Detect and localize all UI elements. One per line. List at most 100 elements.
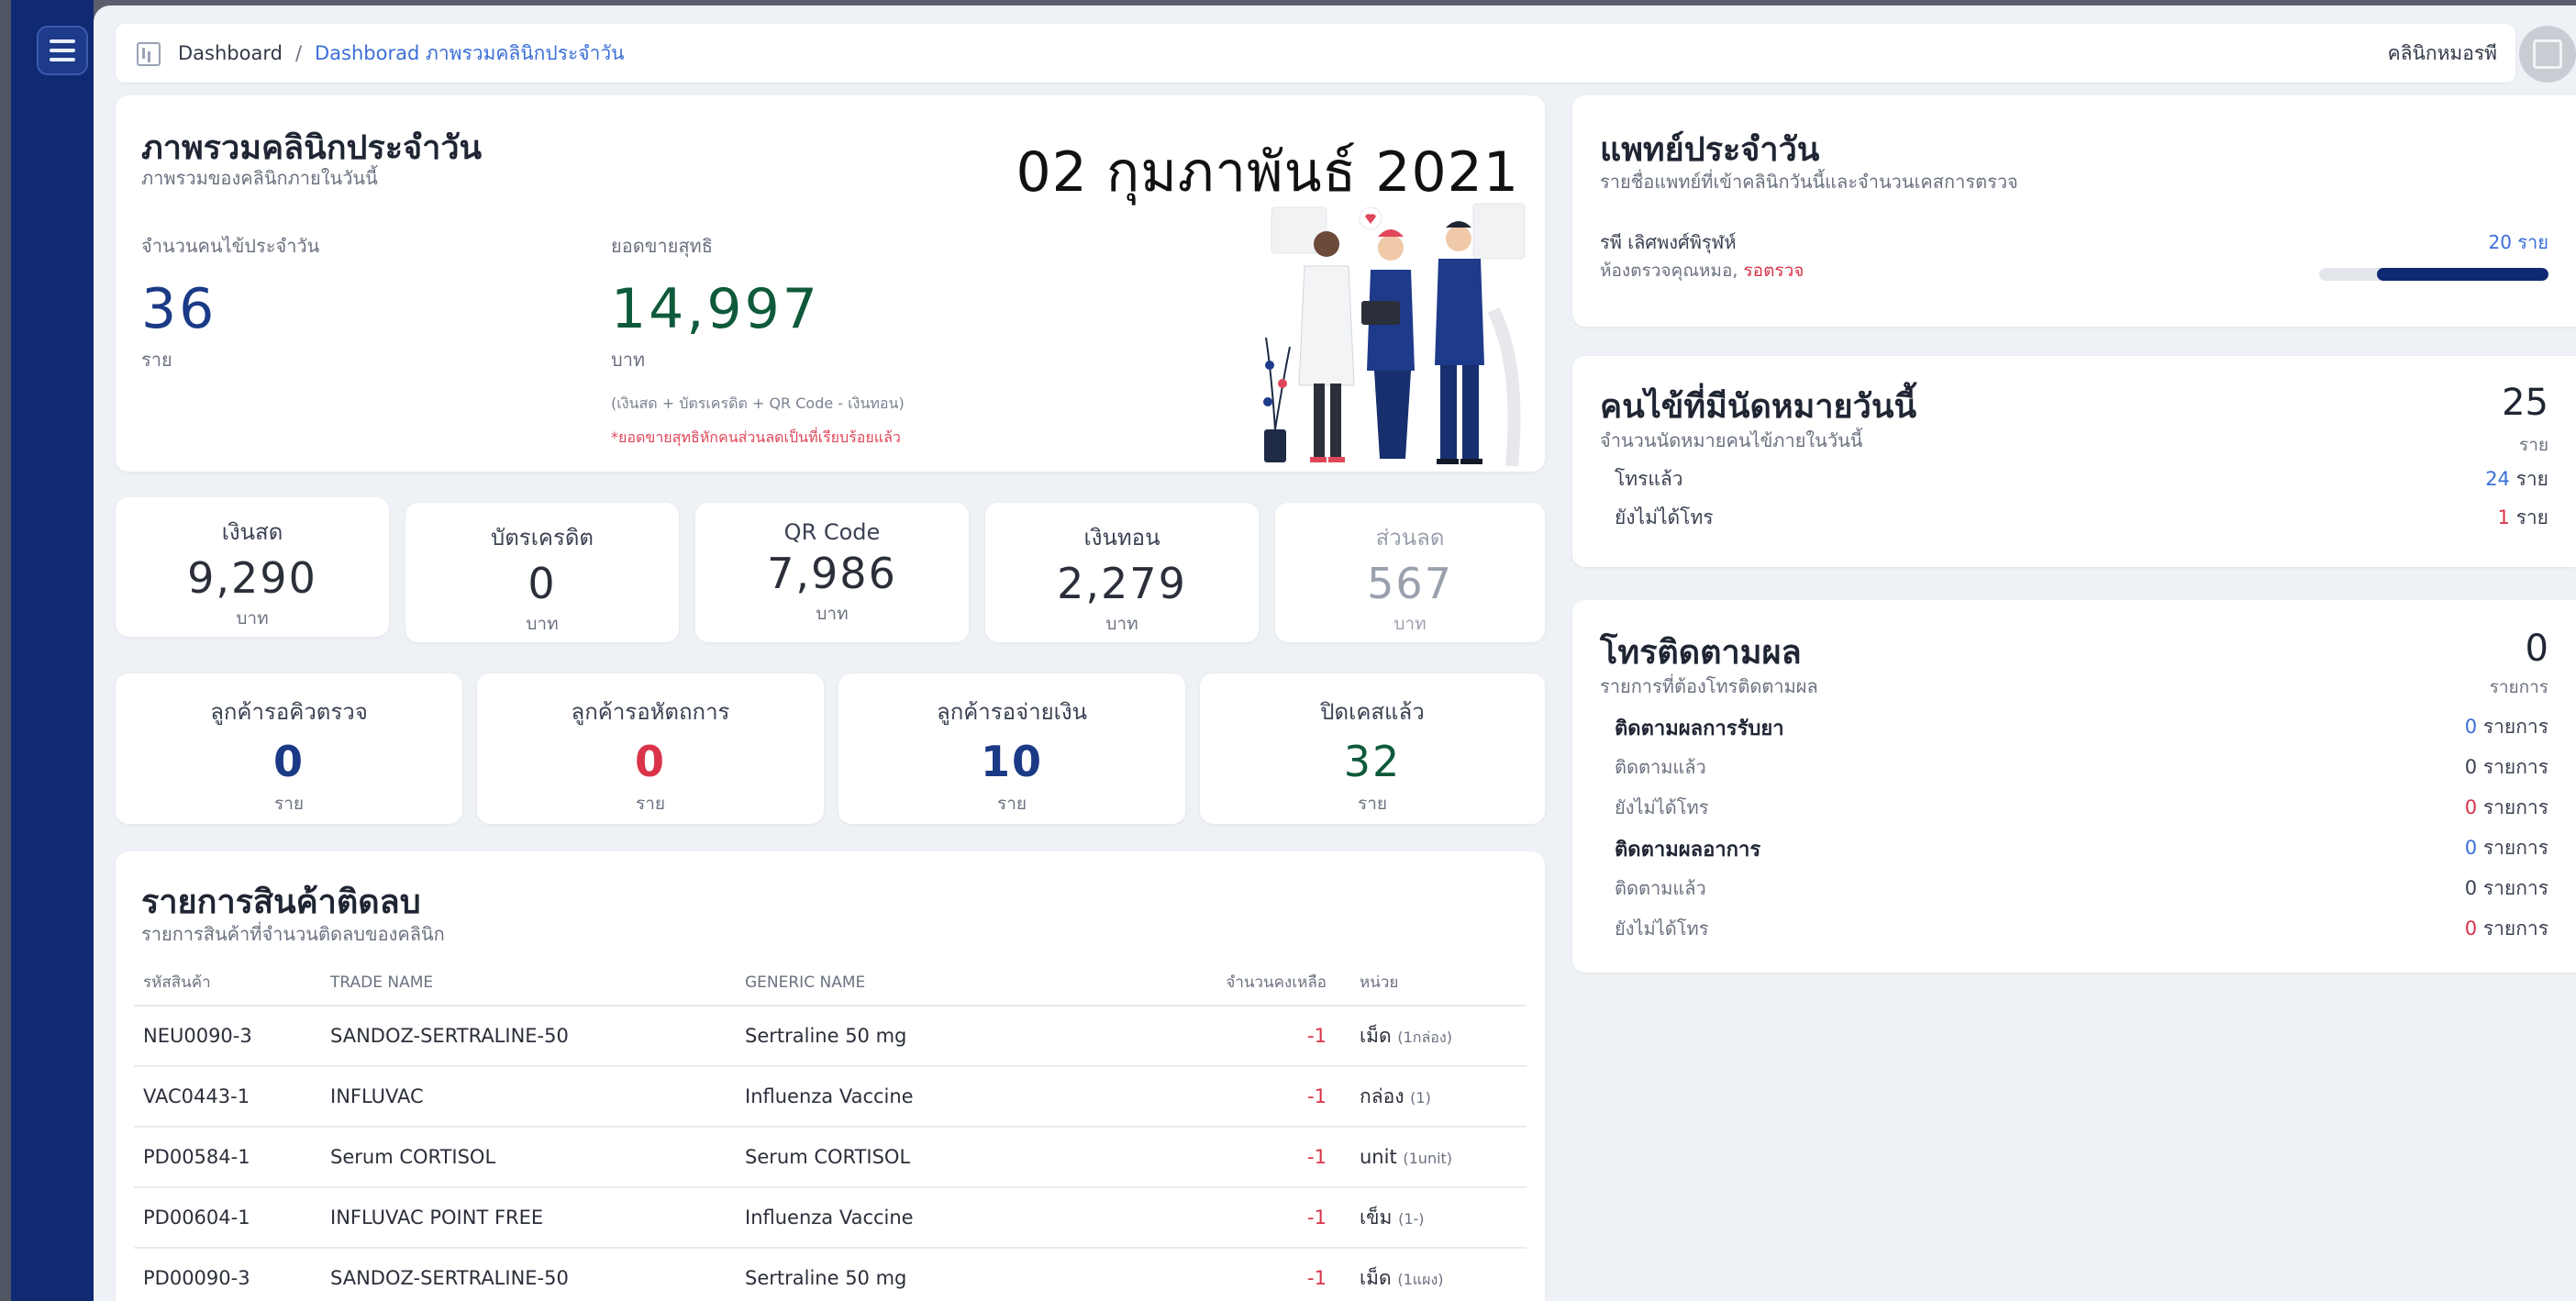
doctor-case-count: 20 ราย bbox=[2488, 231, 2549, 253]
status-value: 10 bbox=[980, 737, 1043, 786]
sales-warning-note: *ยอดขายสุทธิหักคนส่วนลดเป็นที่เรียบร้อยแ… bbox=[611, 428, 901, 446]
table-row[interactable]: PD00090-3 SANDOZ-SERTRALINE-50 Sertralin… bbox=[134, 1248, 1527, 1301]
followup-title: โทรติดตามผล bbox=[1600, 634, 1802, 672]
appointments-today-card: คนไข้ที่มีนัดหมายวันนี้ จำนวนนัดหมายคนไข… bbox=[1572, 356, 2576, 567]
called-label: โทรแล้ว bbox=[1615, 468, 1683, 490]
count-value: 0 bbox=[2464, 716, 2478, 738]
patients-value: 36 bbox=[141, 277, 217, 341]
table-row[interactable]: NEU0090-3 SANDOZ-SERTRALINE-50 Sertralin… bbox=[134, 1006, 1527, 1067]
cell-code: VAC0443-1 bbox=[134, 1066, 317, 1128]
unit-note: (1กล่อง) bbox=[1397, 1028, 1452, 1046]
count-unit: รายการ bbox=[2482, 877, 2548, 899]
clinic-name[interactable]: คลินิกหมอรพี bbox=[2388, 39, 2497, 69]
count-value: 0 bbox=[2464, 756, 2478, 778]
appointments-total: 25 bbox=[2502, 382, 2548, 424]
symptom-followup-heading: ติดตามผลอาการ bbox=[1615, 839, 1761, 862]
cell-trade-name: SANDOZ-SERTRALINE-50 bbox=[317, 1006, 732, 1067]
count-value: 0 bbox=[2464, 877, 2478, 899]
cell-unit: เข็ม (1-) bbox=[1347, 1187, 1527, 1249]
count-unit: รายการ bbox=[2482, 796, 2548, 818]
payment-unit: บาท bbox=[236, 608, 269, 628]
breadcrumb-current[interactable]: Dashborad ภาพรวมคลินิกประจำวัน bbox=[315, 39, 625, 69]
cell-generic-name: Serum CORTISOL bbox=[732, 1127, 1191, 1188]
appointments-subtitle: จำนวนนัดหมายคนไข้ภายในวันนี้ bbox=[1600, 429, 1863, 451]
payment-value: 2,279 bbox=[1057, 559, 1187, 608]
cell-unit: เม็ด (1กล่อง) bbox=[1347, 1006, 1527, 1067]
hamburger-menu-icon[interactable] bbox=[37, 26, 88, 75]
patients-stat: จำนวนคนไข้ประจำวัน 36 ราย bbox=[141, 231, 319, 374]
payment-value: 0 bbox=[527, 559, 557, 608]
doctor-progress-bar bbox=[2319, 268, 2548, 281]
unit-name: เม็ด bbox=[1360, 1266, 1392, 1289]
table-header-row: รหัสสินค้า TRADE NAME GENERIC NAME จำนวน… bbox=[134, 960, 1527, 1006]
breadcrumb-separator: / bbox=[294, 42, 303, 64]
payment-label: เงินทอน bbox=[1083, 525, 1160, 550]
followup-total: 0 bbox=[2525, 628, 2548, 670]
payment-card-credit: บัตรเครดิต 0 บาท bbox=[405, 503, 679, 642]
sidebar bbox=[11, 0, 94, 1301]
symptom-done-label: ติดตามแล้ว bbox=[1615, 877, 1706, 899]
called-count: 24 ราย bbox=[2485, 464, 2548, 495]
cell-trade-name: SANDOZ-SERTRALINE-50 bbox=[317, 1248, 732, 1301]
cell-remaining: -1 bbox=[1191, 1127, 1347, 1188]
follow-up-calls-card: โทรติดตามผล รายการที่ต้องโทรติดตามผล 0 ร… bbox=[1572, 600, 2576, 973]
cell-code: PD00090-3 bbox=[134, 1248, 317, 1301]
cell-remaining: -1 bbox=[1191, 1006, 1347, 1067]
negative-stock-card: รายการสินค้าติดลบ รายการสินค้าที่จำนวนติ… bbox=[116, 851, 1545, 1301]
table-row[interactable]: PD00604-1 INFLUVAC POINT FREE Influenza … bbox=[134, 1187, 1527, 1249]
doctor-progress-fill bbox=[2376, 268, 2548, 281]
cell-code: PD00584-1 bbox=[134, 1127, 317, 1188]
sales-label: ยอดขายสุทธิ bbox=[611, 235, 713, 257]
cell-remaining: -1 bbox=[1191, 1187, 1347, 1249]
payment-unit: บาท bbox=[1105, 614, 1138, 634]
unit-name: unit bbox=[1360, 1146, 1397, 1168]
status-label: ลูกค้ารอจ่ายเงิน bbox=[936, 699, 1087, 725]
table-row[interactable]: VAC0443-1 INFLUVAC Influenza Vaccine -1 … bbox=[134, 1066, 1527, 1128]
appointments-total-unit: ราย bbox=[2518, 435, 2548, 455]
not-called-label: ยังไม่ได้โทร bbox=[1615, 506, 1714, 528]
symptom-pending-label: ยังไม่ได้โทร bbox=[1615, 917, 1709, 940]
count-value: 0 bbox=[2464, 796, 2478, 818]
medicine-followup-total: 0 รายการ bbox=[2465, 712, 2548, 742]
header-code: รหัสสินค้า bbox=[134, 960, 317, 1006]
cell-remaining: -1 bbox=[1191, 1248, 1347, 1301]
followup-total-unit: รายการ bbox=[2489, 677, 2548, 697]
closed-cases-card: ปิดเคสแล้ว 32 ราย bbox=[1200, 673, 1545, 824]
status-unit: ราย bbox=[273, 794, 304, 814]
waiting-payment-card: ลูกค้ารอจ่ายเงิน 10 ราย bbox=[838, 673, 1185, 824]
payment-label: เงินสด bbox=[221, 519, 283, 545]
status-label: ลูกค้ารอคิวตรวจ bbox=[210, 699, 368, 725]
avatar[interactable] bbox=[2519, 26, 2576, 83]
payment-label: QR Code bbox=[783, 519, 881, 545]
not-called-count: 1 ราย bbox=[2498, 503, 2548, 533]
status-value: 0 bbox=[272, 737, 305, 786]
count-value: 0 bbox=[2464, 837, 2478, 859]
not-called-unit: ราย bbox=[2515, 506, 2548, 528]
breadcrumb-home[interactable]: Dashboard bbox=[178, 42, 283, 64]
appointments-title: คนไข้ที่มีนัดหมายวันนี้ bbox=[1600, 388, 1917, 426]
cell-trade-name: INFLUVAC bbox=[317, 1066, 732, 1128]
cell-generic-name: Influenza Vaccine bbox=[732, 1066, 1191, 1128]
window-edge bbox=[0, 0, 11, 1301]
waiting-exam-card: ลูกค้ารอคิวตรวจ 0 ราย bbox=[116, 673, 462, 824]
header-remaining: จำนวนคงเหลือ bbox=[1191, 960, 1347, 1006]
cell-trade-name: INFLUVAC POINT FREE bbox=[317, 1187, 732, 1249]
table-row[interactable]: PD00584-1 Serum CORTISOL Serum CORTISOL … bbox=[134, 1127, 1527, 1188]
doctor-name: รพี เลิศพงศ์พิรุฬห์ bbox=[1600, 231, 1737, 253]
count-unit: รายการ bbox=[2482, 837, 2548, 859]
count-unit: รายการ bbox=[2482, 716, 2548, 738]
followup-subtitle: รายการที่ต้องโทรติดตามผล bbox=[1600, 675, 1818, 697]
cell-remaining: -1 bbox=[1191, 1066, 1347, 1128]
status-label: ปิดเคสแล้ว bbox=[1320, 699, 1425, 725]
not-called-value: 1 bbox=[2497, 506, 2510, 528]
cell-unit: unit (1unit) bbox=[1347, 1127, 1527, 1188]
symptom-pending-count: 0 รายการ bbox=[2465, 914, 2548, 944]
medicine-followup-heading: ติดตามผลการรับยา bbox=[1615, 717, 1784, 740]
status-label: ลูกค้ารอหัตถการ bbox=[571, 699, 730, 725]
payment-unit: บาท bbox=[1393, 614, 1427, 634]
daily-overview-card: ภาพรวมคลินิกประจำวัน ภาพรวมของคลินิกภายใ… bbox=[116, 95, 1545, 472]
unit-note: (1unit) bbox=[1403, 1150, 1453, 1167]
cell-code: NEU0090-3 bbox=[134, 1006, 317, 1067]
payment-card-cash: เงินสด 9,290 บาท bbox=[116, 497, 389, 637]
payment-card-discount: ส่วนลด 567 บาท bbox=[1275, 503, 1545, 642]
